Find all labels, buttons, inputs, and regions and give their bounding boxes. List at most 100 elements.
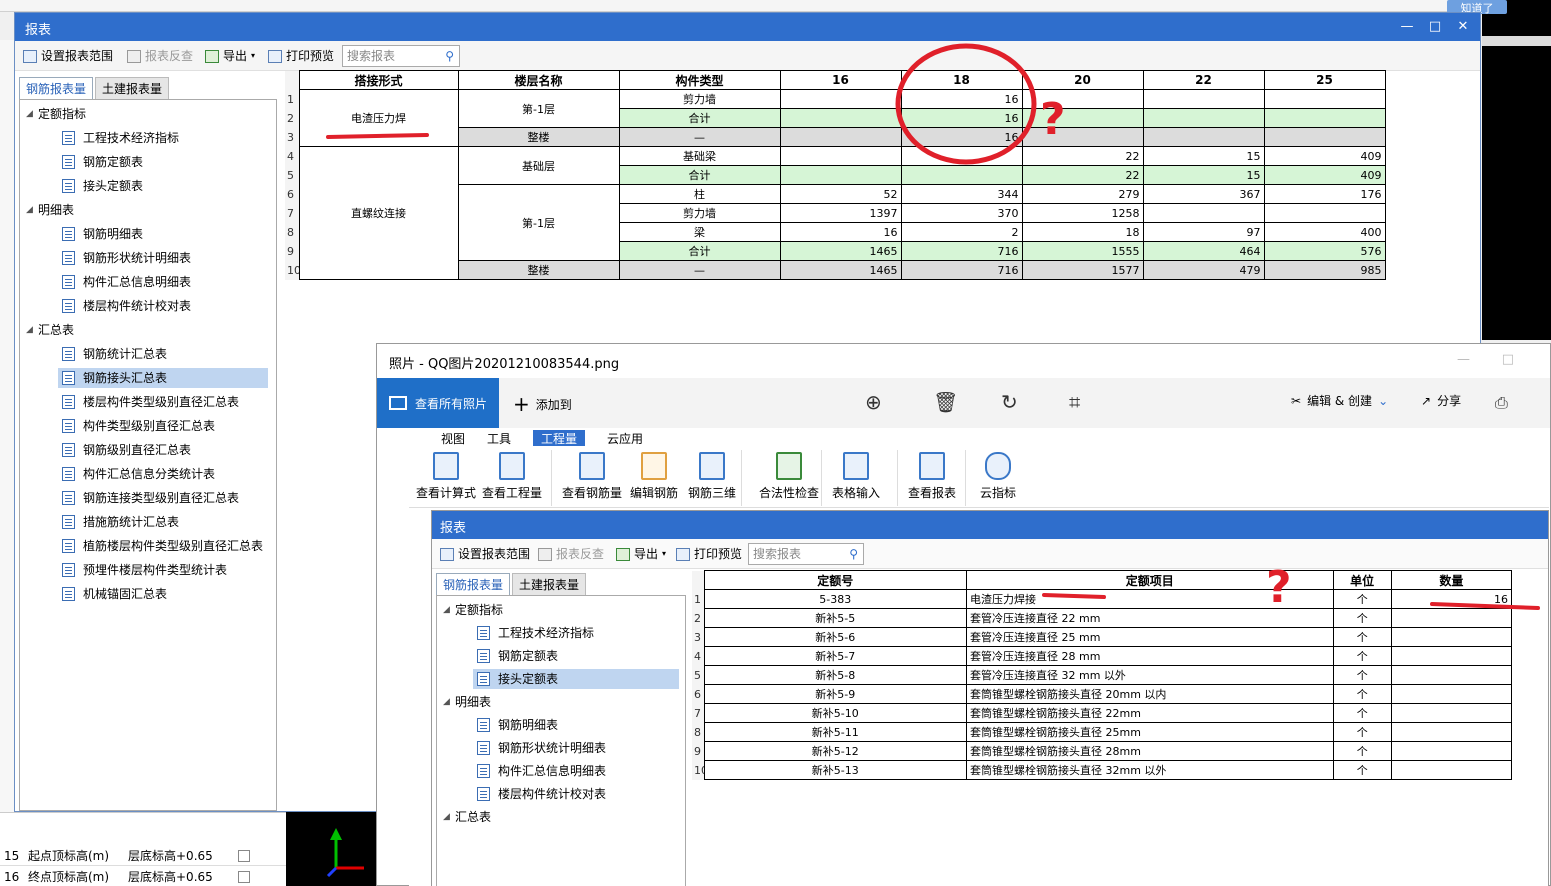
property-value[interactable]: 层底标高+0.65 bbox=[128, 867, 213, 886]
delete-icon[interactable]: 🗑 bbox=[933, 390, 958, 414]
tree-item[interactable]: 构件汇总信息分类统计表 bbox=[62, 464, 215, 484]
tree-group-summary[interactable]: ◢ 汇总表 bbox=[443, 807, 491, 827]
ribbon-button[interactable]: 云指标 bbox=[965, 452, 1031, 501]
minimize-icon[interactable]: — bbox=[1394, 17, 1420, 37]
rotate-icon[interactable]: ↻ bbox=[1001, 390, 1018, 414]
tree-group-quota[interactable]: ◢ 定额指标 bbox=[26, 104, 86, 124]
close-icon[interactable]: ✕ bbox=[1450, 17, 1476, 37]
ribbon-button[interactable]: 查看计算式 bbox=[413, 452, 479, 501]
ribbon-button[interactable]: 表格输入 bbox=[823, 452, 889, 501]
collapse-icon[interactable]: ◢ bbox=[26, 104, 38, 124]
tree-item[interactable]: 工程技术经济指标 bbox=[477, 623, 594, 643]
collapse-icon[interactable]: ◢ bbox=[443, 600, 455, 620]
merged-cell[interactable]: 电渣压力焊 bbox=[298, 89, 459, 147]
search-icon[interactable]: ⚲ bbox=[445, 46, 454, 66]
ribbon-button[interactable]: 查看工程量 bbox=[479, 452, 545, 501]
tree-item[interactable]: 钢筋连接类型级别直径汇总表 bbox=[62, 488, 239, 508]
collapse-icon[interactable]: ◢ bbox=[443, 692, 455, 712]
tree-item[interactable]: 措施筋统计汇总表 bbox=[62, 512, 179, 532]
maximize-icon[interactable]: □ bbox=[1422, 17, 1448, 37]
merged-cell[interactable]: 第-1层 bbox=[457, 184, 620, 261]
collapse-icon[interactable]: ◢ bbox=[443, 807, 455, 827]
search-icon[interactable]: ⚲ bbox=[849, 544, 858, 564]
table-row[interactable]: 8 新补5-11 套筒锥型螺栓钢筋接头直径 25mm 个 bbox=[692, 722, 1513, 742]
tree-item[interactable]: 楼层构件类型级别直径汇总表 bbox=[62, 392, 239, 412]
table-row[interactable]: 4 新补5-7 套管冷压连接直径 28 mm 个 bbox=[692, 646, 1513, 666]
search-input[interactable]: 搜索报表 ⚲ bbox=[748, 543, 864, 565]
tree-item[interactable]: 工程技术经济指标 bbox=[62, 128, 179, 148]
ribbon-button[interactable]: 钢筋三维 bbox=[679, 452, 745, 501]
collapse-icon[interactable]: ◢ bbox=[26, 320, 38, 340]
zoom-in-icon[interactable]: ⊕ bbox=[865, 390, 882, 414]
view-all-photos-button[interactable]: 查看所有照片 bbox=[377, 378, 499, 428]
tree-item[interactable]: 钢筋统计汇总表 bbox=[62, 344, 167, 364]
tab-rebar-report[interactable]: 钢筋报表量 bbox=[19, 77, 94, 99]
tree-item-selected[interactable]: 接头定额表 bbox=[473, 669, 679, 689]
table-row[interactable]: 6 新补5-9 套筒锥型螺栓钢筋接头直径 20mm 以内个 bbox=[692, 684, 1513, 704]
table-row[interactable]: 5 新补5-8 套管冷压连接直径 32 mm 以外个 bbox=[692, 665, 1513, 685]
sub-toolbar: 设置报表范围 报表反查 导出 ▾ 打印预览 搜索报表 ⚲ bbox=[432, 539, 1548, 569]
tab-civil-report[interactable]: 土建报表量 bbox=[95, 77, 170, 99]
print-icon[interactable]: ⎙ bbox=[1495, 393, 1508, 413]
table-row[interactable]: 10新补5-13套筒锥型螺栓钢筋接头直径 32mm 以外个 bbox=[692, 760, 1513, 780]
export-button[interactable]: 导出 ▾ bbox=[205, 47, 255, 65]
ribbon-button[interactable]: 查看钢筋量 bbox=[559, 452, 625, 501]
tree-item[interactable]: 钢筋定额表 bbox=[477, 646, 558, 666]
tree-group-detail[interactable]: ◢ 明细表 bbox=[443, 692, 491, 712]
export-button[interactable]: 导出 ▾ bbox=[616, 545, 666, 563]
share-button[interactable]: ↗ 分享 bbox=[1421, 392, 1461, 409]
tree-item[interactable]: 构件汇总信息明细表 bbox=[62, 272, 191, 292]
table-row[interactable]: 9 新补5-12 套筒锥型螺栓钢筋接头直径 28mm 个 bbox=[692, 741, 1513, 761]
tree-group-detail[interactable]: ◢ 明细表 bbox=[26, 200, 74, 220]
tree-item[interactable]: 楼层构件统计校对表 bbox=[62, 296, 191, 316]
table-row[interactable]: 3 新补5-6 套管冷压连接直径 25 mm 个 bbox=[692, 627, 1513, 647]
tree-item[interactable]: 钢筋形状统计明细表 bbox=[62, 248, 191, 268]
crop-icon[interactable]: ⌗ bbox=[1069, 390, 1080, 414]
maximize-icon[interactable]: □ bbox=[1502, 352, 1514, 367]
search-input[interactable]: 搜索报表 ⚲ bbox=[342, 45, 460, 67]
merged-cell[interactable]: 整楼 bbox=[457, 127, 620, 147]
tree-item[interactable]: 楼层构件统计校对表 bbox=[477, 784, 606, 804]
checkbox[interactable] bbox=[238, 850, 250, 862]
tree-item[interactable]: 钢筋定额表 bbox=[62, 152, 143, 172]
tab-rebar-report[interactable]: 钢筋报表量 bbox=[436, 573, 511, 595]
table-row[interactable]: 1 5-383 电渣压力焊接个 16 bbox=[692, 589, 1513, 609]
tab-civil-report[interactable]: 土建报表量 bbox=[512, 573, 587, 595]
tree-item[interactable]: 钢筋明细表 bbox=[477, 715, 558, 735]
table-row[interactable]: 4 直螺纹连接 基础层 基础梁 22 15 409 bbox=[285, 146, 1386, 280]
add-to-button[interactable]: + 添加到 bbox=[513, 392, 572, 416]
reverse-lookup-button[interactable]: 报表反查 bbox=[127, 47, 193, 65]
merged-cell[interactable]: 基础层 bbox=[457, 146, 620, 185]
table-row[interactable]: 1 电渣压力焊 第-1层 剪力墙 16 bbox=[285, 89, 1386, 147]
collapse-icon[interactable]: ◢ bbox=[26, 200, 38, 220]
tree-item[interactable]: 钢筋形状统计明细表 bbox=[477, 738, 606, 758]
ribbon-button[interactable]: 编辑钢筋 bbox=[621, 452, 687, 501]
merged-cell[interactable]: 第-1层 bbox=[457, 89, 620, 128]
tree-item[interactable]: 机械锚固汇总表 bbox=[62, 584, 167, 604]
tree-item[interactable]: 预埋件楼层构件类型统计表 bbox=[62, 560, 227, 580]
tree-group-quota[interactable]: ◢ 定额指标 bbox=[443, 600, 503, 620]
minimize-icon[interactable]: — bbox=[1457, 352, 1470, 367]
ribbon-button[interactable]: 合法性检查 bbox=[749, 452, 829, 501]
set-range-button[interactable]: 设置报表范围 bbox=[23, 47, 113, 65]
checkbox[interactable] bbox=[238, 871, 250, 883]
merged-cell[interactable]: 整楼 bbox=[457, 260, 620, 280]
tree-item[interactable]: 构件汇总信息明细表 bbox=[477, 761, 606, 781]
tree-item[interactable]: 植筋楼层构件类型级别直径汇总表 bbox=[62, 536, 263, 556]
merged-cell[interactable]: 直螺纹连接 bbox=[298, 146, 459, 280]
tree-item-selected[interactable]: 钢筋接头汇总表 bbox=[58, 368, 268, 388]
tree-group-summary[interactable]: ◢ 汇总表 bbox=[26, 320, 74, 340]
tree-item[interactable]: 接头定额表 bbox=[62, 176, 143, 196]
print-preview-button[interactable]: 打印预览 bbox=[676, 545, 742, 563]
table-row[interactable]: 2 新补5-5 套管冷压连接直径 22 mm 个 bbox=[692, 608, 1513, 628]
tree-item[interactable]: 钢筋明细表 bbox=[62, 224, 143, 244]
edit-create-button[interactable]: ✂ 编辑 & 创建 ⌄ bbox=[1291, 392, 1388, 409]
print-preview-button[interactable]: 打印预览 bbox=[268, 47, 334, 65]
tree-item[interactable]: 构件类型级别直径汇总表 bbox=[62, 416, 215, 436]
reverse-lookup-button[interactable]: 报表反查 bbox=[538, 545, 604, 563]
set-range-button[interactable]: 设置报表范围 bbox=[440, 545, 530, 563]
table-row[interactable]: 7 新补5-10 套筒锥型螺栓钢筋接头直径 22mm 个 bbox=[692, 703, 1513, 723]
tree-item[interactable]: 钢筋级别直径汇总表 bbox=[62, 440, 191, 460]
ribbon-button[interactable]: 查看报表 bbox=[899, 452, 965, 501]
property-value[interactable]: 层底标高+0.65 bbox=[128, 846, 213, 866]
